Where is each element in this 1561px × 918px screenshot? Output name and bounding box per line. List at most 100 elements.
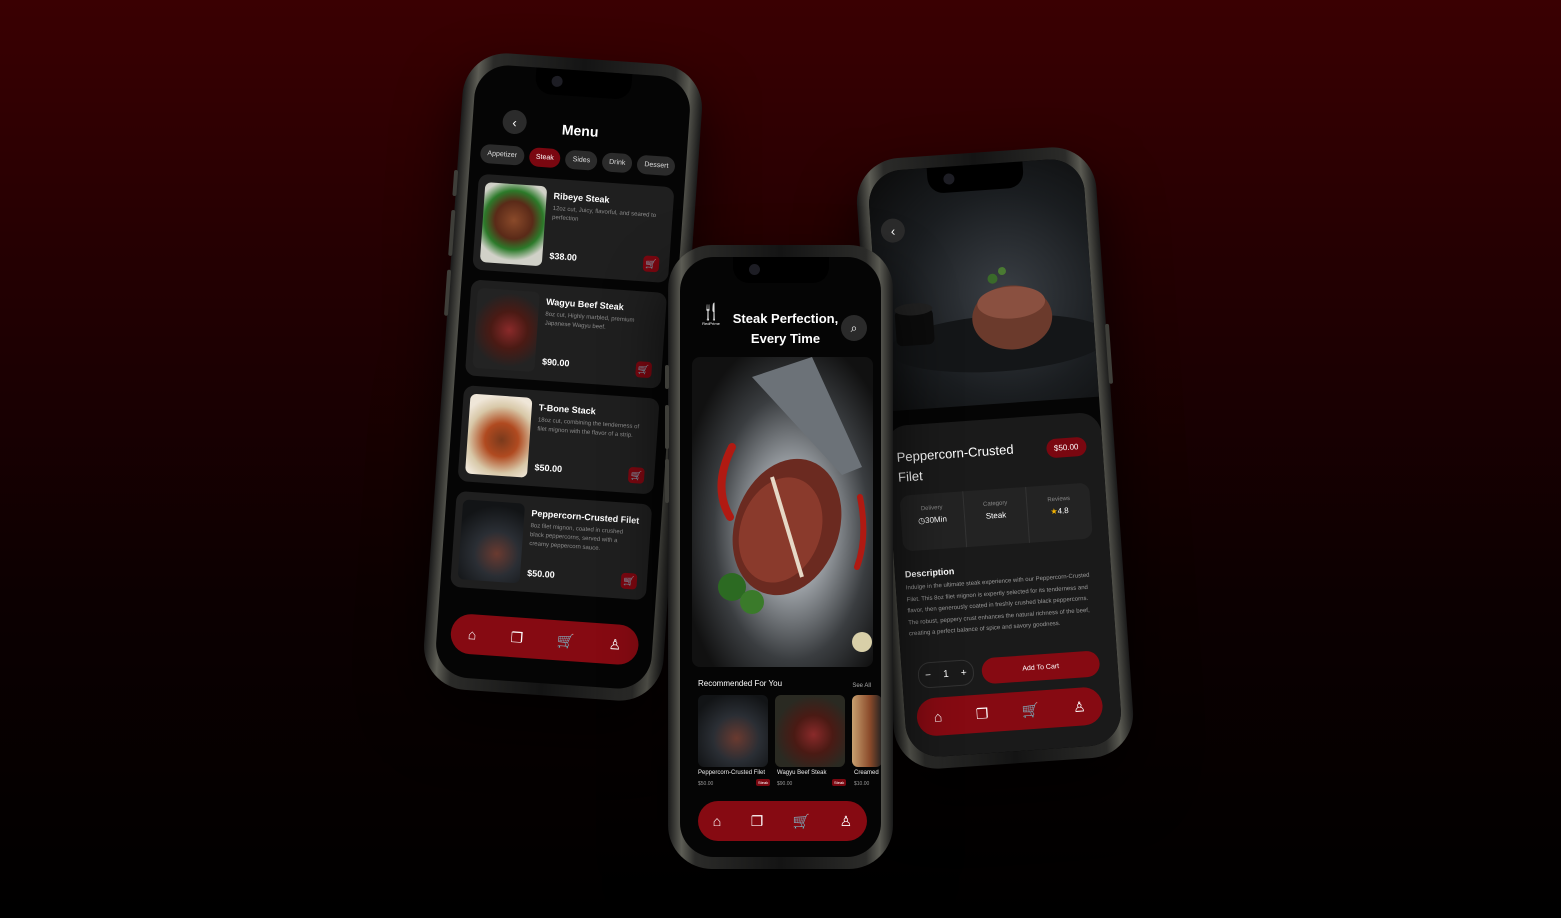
menu-screen: ‹ Menu Appetizer Steak Sides Drink Desse… — [433, 63, 693, 691]
chip-sides[interactable]: Sides — [565, 149, 598, 171]
bottom-nav: ⌂ ❐ 🛒 ♙ — [915, 686, 1104, 738]
recommended-price: $10.00 — [854, 781, 870, 787]
home-phone: 🍴 RedPrime Steak Perfection, Every Time … — [665, 245, 893, 869]
hero-title: Steak Perfection, Every Time — [730, 309, 841, 349]
chip-steak[interactable]: Steak — [528, 147, 562, 169]
front-camera — [551, 75, 563, 88]
book-icon[interactable]: ❐ — [975, 705, 989, 723]
detail-panel: Peppercorn-Crusted Filet $50.00 Delivery… — [884, 411, 1124, 759]
bottom-nav: ⌂ ❐ 🛒 ♙ — [698, 801, 867, 841]
home-screen: 🍴 RedPrime Steak Perfection, Every Time … — [680, 257, 881, 857]
fork-knife-icon: 🍴 — [701, 304, 721, 321]
quantity-stepper: − 1 + — [917, 659, 975, 689]
search-button[interactable]: ⌕ — [841, 315, 867, 341]
add-to-cart-button[interactable]: 🛒 — [642, 255, 660, 273]
recommended-price: $90.00 — [777, 781, 793, 787]
minus-icon[interactable]: − — [925, 670, 932, 681]
detail-screen: ‹ Peppercorn-Crusted Filet $50.00 Delive… — [866, 157, 1124, 759]
menu-item-card[interactable]: Wagyu Beef Steak 8oz cut, Highly marbled… — [464, 279, 668, 389]
category-stat: Category Steak — [962, 486, 1031, 548]
bottom-nav: ⌂ ❐ 🛒 ♙ — [449, 612, 640, 666]
recommended-name: Peppercorn-Crusted Filet — [698, 770, 766, 776]
delivery-label: Delivery — [920, 504, 943, 513]
chip-drink[interactable]: Drink — [601, 152, 634, 174]
menu-item-name: T-Bone Stack — [538, 402, 597, 417]
side-button — [443, 269, 452, 316]
side-button — [1104, 323, 1114, 384]
notch — [732, 257, 829, 283]
front-camera — [748, 264, 760, 275]
quantity-value: 1 — [942, 668, 950, 680]
volume-down-button — [665, 405, 669, 449]
notch — [534, 67, 633, 101]
hero-title-line1: Steak Perfection, — [732, 311, 839, 326]
logo-text: RedPrime — [702, 321, 720, 326]
home-icon[interactable]: ⌂ — [713, 813, 721, 829]
category-value: Steak — [985, 510, 1007, 521]
cart-icon[interactable]: 🛒 — [793, 813, 810, 830]
see-all-link[interactable]: See All — [852, 683, 871, 689]
product-name: Peppercorn-Crusted Filet — [896, 441, 1015, 485]
home-icon[interactable]: ⌂ — [933, 708, 943, 725]
menu-item-card[interactable]: Ribeye Steak 12oz cut, Juicy, flavorful,… — [472, 173, 675, 284]
chevron-left-icon: ‹ — [890, 222, 896, 239]
recommended-name: Wagyu Beef Steak — [777, 770, 827, 776]
front-camera — [943, 173, 955, 185]
ribeye-image — [479, 182, 548, 267]
volume-down-button — [448, 209, 456, 256]
side-button — [665, 459, 669, 503]
stats-bar: Delivery ◷30Min Category Steak Reviews ★… — [899, 482, 1093, 552]
recommended-card-filet[interactable] — [698, 695, 768, 767]
user-icon[interactable]: ♙ — [608, 635, 622, 653]
add-to-cart-button[interactable]: 🛒 — [620, 572, 638, 590]
volume-up-button — [665, 365, 669, 389]
recommended-card-wagyu[interactable] — [775, 695, 845, 767]
user-icon[interactable]: ♙ — [1073, 698, 1087, 716]
add-to-cart-button[interactable]: 🛒 — [627, 466, 645, 484]
recommended-tag: Steak — [832, 779, 847, 786]
menu-item-desc: 18oz cut, combining the tenderness of fi… — [537, 417, 640, 440]
reviews-stat: Reviews ★4.8 — [1026, 483, 1092, 543]
cart-icon: 🛒 — [637, 363, 650, 375]
filet-image — [457, 499, 526, 584]
filet-photo — [866, 157, 1109, 412]
reviews-label: Reviews — [1047, 495, 1071, 504]
add-to-cart-button[interactable]: 🛒 — [635, 361, 653, 379]
delivery-stat: Delivery ◷30Min — [899, 491, 967, 552]
hero-image — [692, 357, 873, 667]
cart-icon[interactable]: 🛒 — [557, 632, 576, 650]
recommended-card-creamed[interactable] — [852, 695, 881, 767]
cart-icon: 🛒 — [630, 469, 643, 481]
user-icon[interactable]: ♙ — [840, 813, 853, 830]
price-badge: $50.00 — [1045, 436, 1088, 459]
reviews-value: ★4.8 — [1028, 504, 1091, 517]
menu-item-desc: 8oz filet mignon, coated in crushed blac… — [529, 523, 624, 553]
chip-dessert[interactable]: Dessert — [636, 154, 677, 177]
menu-item-card[interactable]: T-Bone Stack 18oz cut, combining the ten… — [457, 385, 660, 495]
menu-item-price: $90.00 — [541, 356, 570, 369]
tbone-image — [465, 393, 533, 478]
delivery-value: ◷30Min — [901, 513, 964, 526]
cart-icon[interactable]: 🛒 — [1021, 701, 1040, 719]
home-icon[interactable]: ⌂ — [467, 626, 477, 643]
category-chips: Appetizer Steak Sides Drink Dessert — [479, 143, 677, 177]
chip-appetizer[interactable]: Appetizer — [479, 143, 525, 166]
detail-phone: ‹ Peppercorn-Crusted Filet $50.00 Delive… — [853, 144, 1137, 772]
plus-icon[interactable]: + — [961, 667, 968, 678]
book-icon[interactable]: ❐ — [751, 813, 764, 830]
category-label: Category — [982, 500, 1008, 508]
book-icon[interactable]: ❐ — [510, 628, 524, 646]
rating: 4.8 — [1057, 505, 1069, 516]
description-title: Description — [904, 566, 955, 580]
recommended-name: Creamed — [854, 770, 879, 776]
menu-item-price: $38.00 — [549, 250, 578, 263]
menu-item-desc: 12oz cut, Juicy, flavorful, and seared t… — [551, 205, 657, 223]
search-icon: ⌕ — [850, 320, 858, 335]
menu-item-price: $50.00 — [534, 462, 563, 475]
volume-up-button — [452, 169, 459, 197]
menu-item-card[interactable]: Peppercorn-Crusted Filet 8oz filet migno… — [450, 490, 653, 601]
add-to-cart-button[interactable]: Add To Cart — [980, 650, 1101, 685]
cart-icon: 🛒 — [645, 257, 658, 269]
recommended-title: Recommended For You — [698, 679, 783, 688]
cart-icon: 🛒 — [623, 575, 635, 586]
